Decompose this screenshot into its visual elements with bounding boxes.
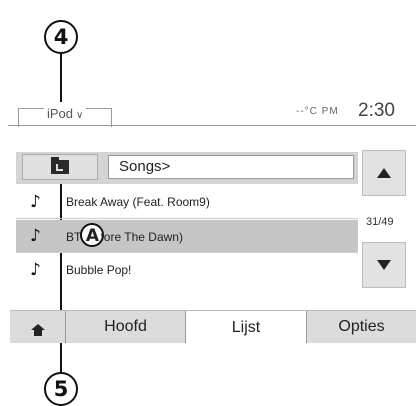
clock: 2:30 [358, 100, 395, 121]
list-item[interactable]: ♪ Bubble Pop! [16, 254, 358, 286]
music-note-icon: ♪ [30, 226, 41, 246]
callout-4: 4 [44, 20, 78, 54]
song-title-start: BT [66, 230, 82, 245]
song-title: Bubble Pop! [66, 263, 132, 277]
song-title: Break Away (Feat. Room9) [66, 195, 210, 209]
status-divider [8, 125, 416, 126]
scroll-down-button[interactable] [362, 242, 406, 288]
source-label: iPod [47, 106, 74, 121]
callout-5-label: 5 [53, 377, 69, 401]
source-selector[interactable]: iPod ∨ [18, 98, 112, 127]
row-divider [16, 218, 358, 219]
home-icon [30, 324, 45, 336]
temperature-readout: --°C PM [296, 106, 339, 117]
current-path: Songs> [108, 155, 354, 179]
media-screen: iPod ∨ --°C PM 2:30 Songs> ♪ Break Away (… [8, 92, 416, 368]
status-bar: iPod ∨ --°C PM 2:30 [8, 92, 416, 127]
list-item[interactable]: ♪ Break Away (Feat. Room9) [16, 186, 358, 218]
callout-5: 5 [44, 372, 78, 406]
tab-lijst[interactable]: Lijst [186, 311, 306, 343]
song-list-panel: Songs> ♪ Break Away (Feat. Room9) ♪ BT A… [12, 150, 358, 314]
song-title-end: fore The Dawn) [100, 230, 183, 245]
tab-opties[interactable]: Opties [306, 311, 416, 343]
chevron-down-icon: ∨ [76, 110, 84, 121]
list-item-selected[interactable]: ♪ BT A fore The Dawn) [16, 220, 358, 252]
tab-hoofd[interactable]: Hoofd [66, 311, 186, 343]
arrow-down-icon [377, 260, 391, 270]
folder-up-icon [51, 157, 69, 174]
row-divider [16, 252, 358, 253]
arrow-up-icon [377, 168, 391, 178]
music-note-icon: ♪ [30, 192, 41, 212]
callout-4-label: 4 [53, 25, 69, 49]
callout-a-label: A [85, 226, 100, 246]
scroll-up-button[interactable] [362, 150, 406, 196]
bottom-tab-bar: Hoofd Lijst Opties [10, 310, 416, 343]
track-position: 31/49 [366, 216, 394, 228]
parent-folder-button[interactable] [22, 154, 98, 180]
folder-row: Songs> [16, 152, 358, 184]
home-button[interactable] [10, 311, 66, 343]
music-note-icon: ♪ [30, 260, 41, 280]
